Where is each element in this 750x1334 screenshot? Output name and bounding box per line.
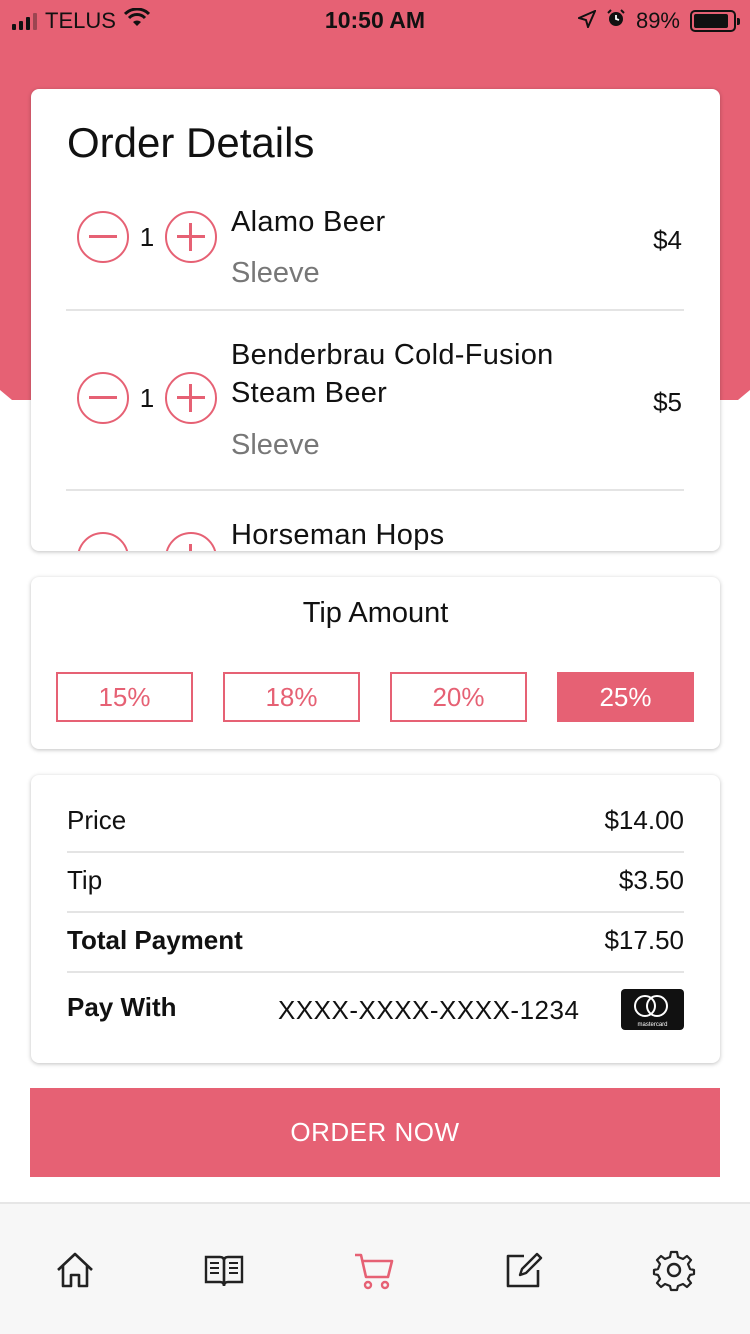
- tab-home[interactable]: [53, 1248, 97, 1292]
- item-variant: Sleeve: [231, 429, 320, 461]
- battery-icon: [690, 10, 740, 32]
- decrease-quantity-button[interactable]: [77, 532, 129, 551]
- battery-percent: 89%: [635, 8, 680, 33]
- tip-amount-card: Tip Amount 15% 18% 20% 25%: [31, 577, 720, 749]
- price-value: $14.00: [604, 805, 684, 835]
- alarm-icon: [606, 8, 626, 34]
- tip-value: $3.50: [618, 865, 684, 895]
- quantity-stepper: 1: [77, 211, 217, 263]
- price-label: Price: [67, 805, 127, 835]
- item-divider: [66, 489, 684, 491]
- increase-quantity-button[interactable]: [165, 532, 217, 551]
- pay-with-label: Pay With: [67, 992, 177, 1022]
- tab-edit[interactable]: [502, 1248, 546, 1292]
- tip-label: Tip: [67, 865, 103, 895]
- quantity-stepper: 1: [77, 372, 217, 424]
- item-divider: [66, 309, 684, 311]
- settings-icon: [652, 1250, 696, 1292]
- decrease-quantity-button[interactable]: [77, 372, 129, 424]
- status-bar: TELUS 10:50 AM 89%: [0, 0, 750, 40]
- payment-summary-card: Price $14.00 Tip $3.50 Total Payment $17…: [31, 775, 720, 1063]
- card-brand-label: mastercard: [637, 1022, 668, 1028]
- bottom-tab-bar: [0, 1202, 750, 1334]
- menu-book-icon: [204, 1255, 244, 1287]
- item-quantity: 1: [139, 221, 155, 252]
- tip-option-18[interactable]: 18%: [223, 672, 360, 722]
- item-price: $4: [653, 225, 682, 255]
- row-divider: [67, 971, 684, 973]
- cart-icon: [355, 1253, 394, 1290]
- item-name-line2: Steam Beer: [231, 377, 388, 409]
- tip-amount-title: Tip Amount: [302, 597, 449, 629]
- total-value: $17.50: [604, 925, 684, 955]
- tip-option-20[interactable]: 20%: [390, 672, 527, 722]
- mastercard-icon: mastercard: [621, 989, 684, 1030]
- tab-menu[interactable]: [202, 1248, 246, 1292]
- total-row: Total Payment $17.50: [67, 913, 684, 973]
- decrease-quantity-button[interactable]: [77, 211, 129, 263]
- total-label: Total Payment: [67, 925, 243, 955]
- tip-row: Tip $3.50: [67, 853, 684, 913]
- price-row: Price $14.00: [67, 793, 684, 853]
- order-details-card: Order Details 1 Alamo Beer Sleeve $4 1 B…: [31, 89, 720, 551]
- location-arrow-icon: [576, 8, 597, 34]
- item-name: Horseman Hops: [231, 519, 445, 551]
- card-number[interactable]: XXXX-XXXX-XXXX-1234: [278, 995, 579, 1026]
- tab-settings[interactable]: [652, 1248, 696, 1292]
- tip-option-25[interactable]: 25%: [557, 672, 694, 722]
- status-right: 89%: [576, 8, 740, 34]
- item-name: Alamo Beer: [231, 206, 386, 238]
- home-icon: [57, 1252, 93, 1288]
- quantity-stepper: [77, 532, 217, 551]
- tip-option-15[interactable]: 15%: [56, 672, 193, 722]
- item-name: Benderbrau Cold-Fusion: [231, 339, 554, 371]
- increase-quantity-button[interactable]: [165, 372, 217, 424]
- tab-cart[interactable]: [352, 1248, 396, 1292]
- item-price: $5: [653, 387, 682, 417]
- item-variant: Sleeve: [231, 257, 320, 289]
- order-now-button[interactable]: ORDER NOW: [30, 1088, 720, 1177]
- item-quantity: 1: [139, 382, 155, 413]
- order-details-title: Order Details: [67, 119, 315, 166]
- increase-quantity-button[interactable]: [165, 211, 217, 263]
- edit-icon: [506, 1252, 543, 1288]
